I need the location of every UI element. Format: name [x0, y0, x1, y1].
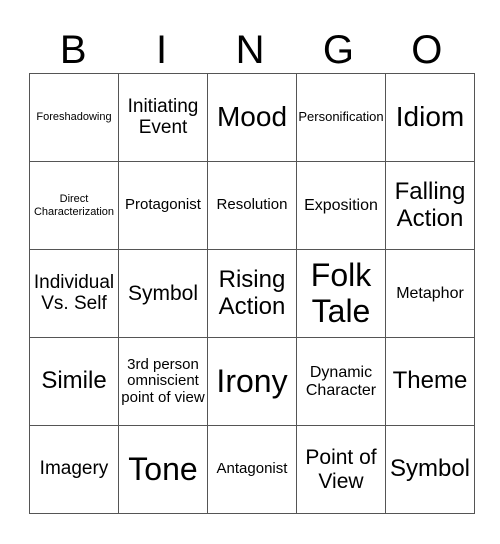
header-letter-i: I [156, 28, 168, 72]
grid-row: Individual Vs. Self Symbol Rising Action… [29, 249, 475, 338]
header-letter-b: B [59, 28, 87, 72]
bingo-cell[interactable]: Antagonist [207, 425, 297, 514]
bingo-cell[interactable]: Exposition [296, 161, 386, 250]
header-letter-o: O [411, 28, 443, 72]
bingo-cell[interactable]: Metaphor [385, 249, 475, 338]
bingo-cell[interactable]: Mood [207, 73, 297, 162]
bingo-cell[interactable]: Theme [385, 337, 475, 426]
bingo-cell[interactable]: Falling Action [385, 161, 475, 250]
bingo-cell[interactable]: 3rd person omniscient point of view [118, 337, 208, 426]
bingo-cell[interactable]: Personification [296, 73, 386, 162]
bingo-cell[interactable]: Imagery [29, 425, 119, 514]
bingo-cell[interactable]: Symbol [118, 249, 208, 338]
header-letter-n: N [235, 28, 265, 72]
grid-row: Direct Characterization Protagonist Reso… [29, 161, 475, 250]
bingo-grid: Foreshadowing Initiating Event Mood Pers… [29, 73, 475, 514]
bingo-cell[interactable]: Tone [118, 425, 208, 514]
bingo-cell[interactable]: Resolution [207, 161, 297, 250]
grid-row: Simile 3rd person omniscient point of vi… [29, 337, 475, 426]
bingo-cell[interactable]: Direct Characterization [29, 161, 119, 250]
bingo-cell[interactable]: Symbol [385, 425, 475, 514]
bingo-cell[interactable]: Foreshadowing [29, 73, 119, 162]
header-letter-g: G [322, 28, 354, 72]
bingo-cell[interactable]: Point of View [296, 425, 386, 514]
grid-row: Imagery Tone Antagonist Point of View Sy… [29, 425, 475, 514]
bingo-cell[interactable]: Rising Action [207, 249, 297, 338]
bingo-cell[interactable]: Initiating Event [118, 73, 208, 162]
bingo-cell[interactable]: Protagonist [118, 161, 208, 250]
bingo-cell[interactable]: Dynamic Character [296, 337, 386, 426]
bingo-cell[interactable]: Simile [29, 337, 119, 426]
bingo-cell[interactable]: Folk Tale [296, 249, 386, 338]
bingo-cell[interactable]: Individual Vs. Self [29, 249, 119, 338]
bingo-cell[interactable]: Irony [207, 337, 297, 426]
grid-row: Foreshadowing Initiating Event Mood Pers… [29, 73, 475, 162]
bingo-header: B I N G O [29, 28, 471, 72]
bingo-cell[interactable]: Idiom [385, 73, 475, 162]
